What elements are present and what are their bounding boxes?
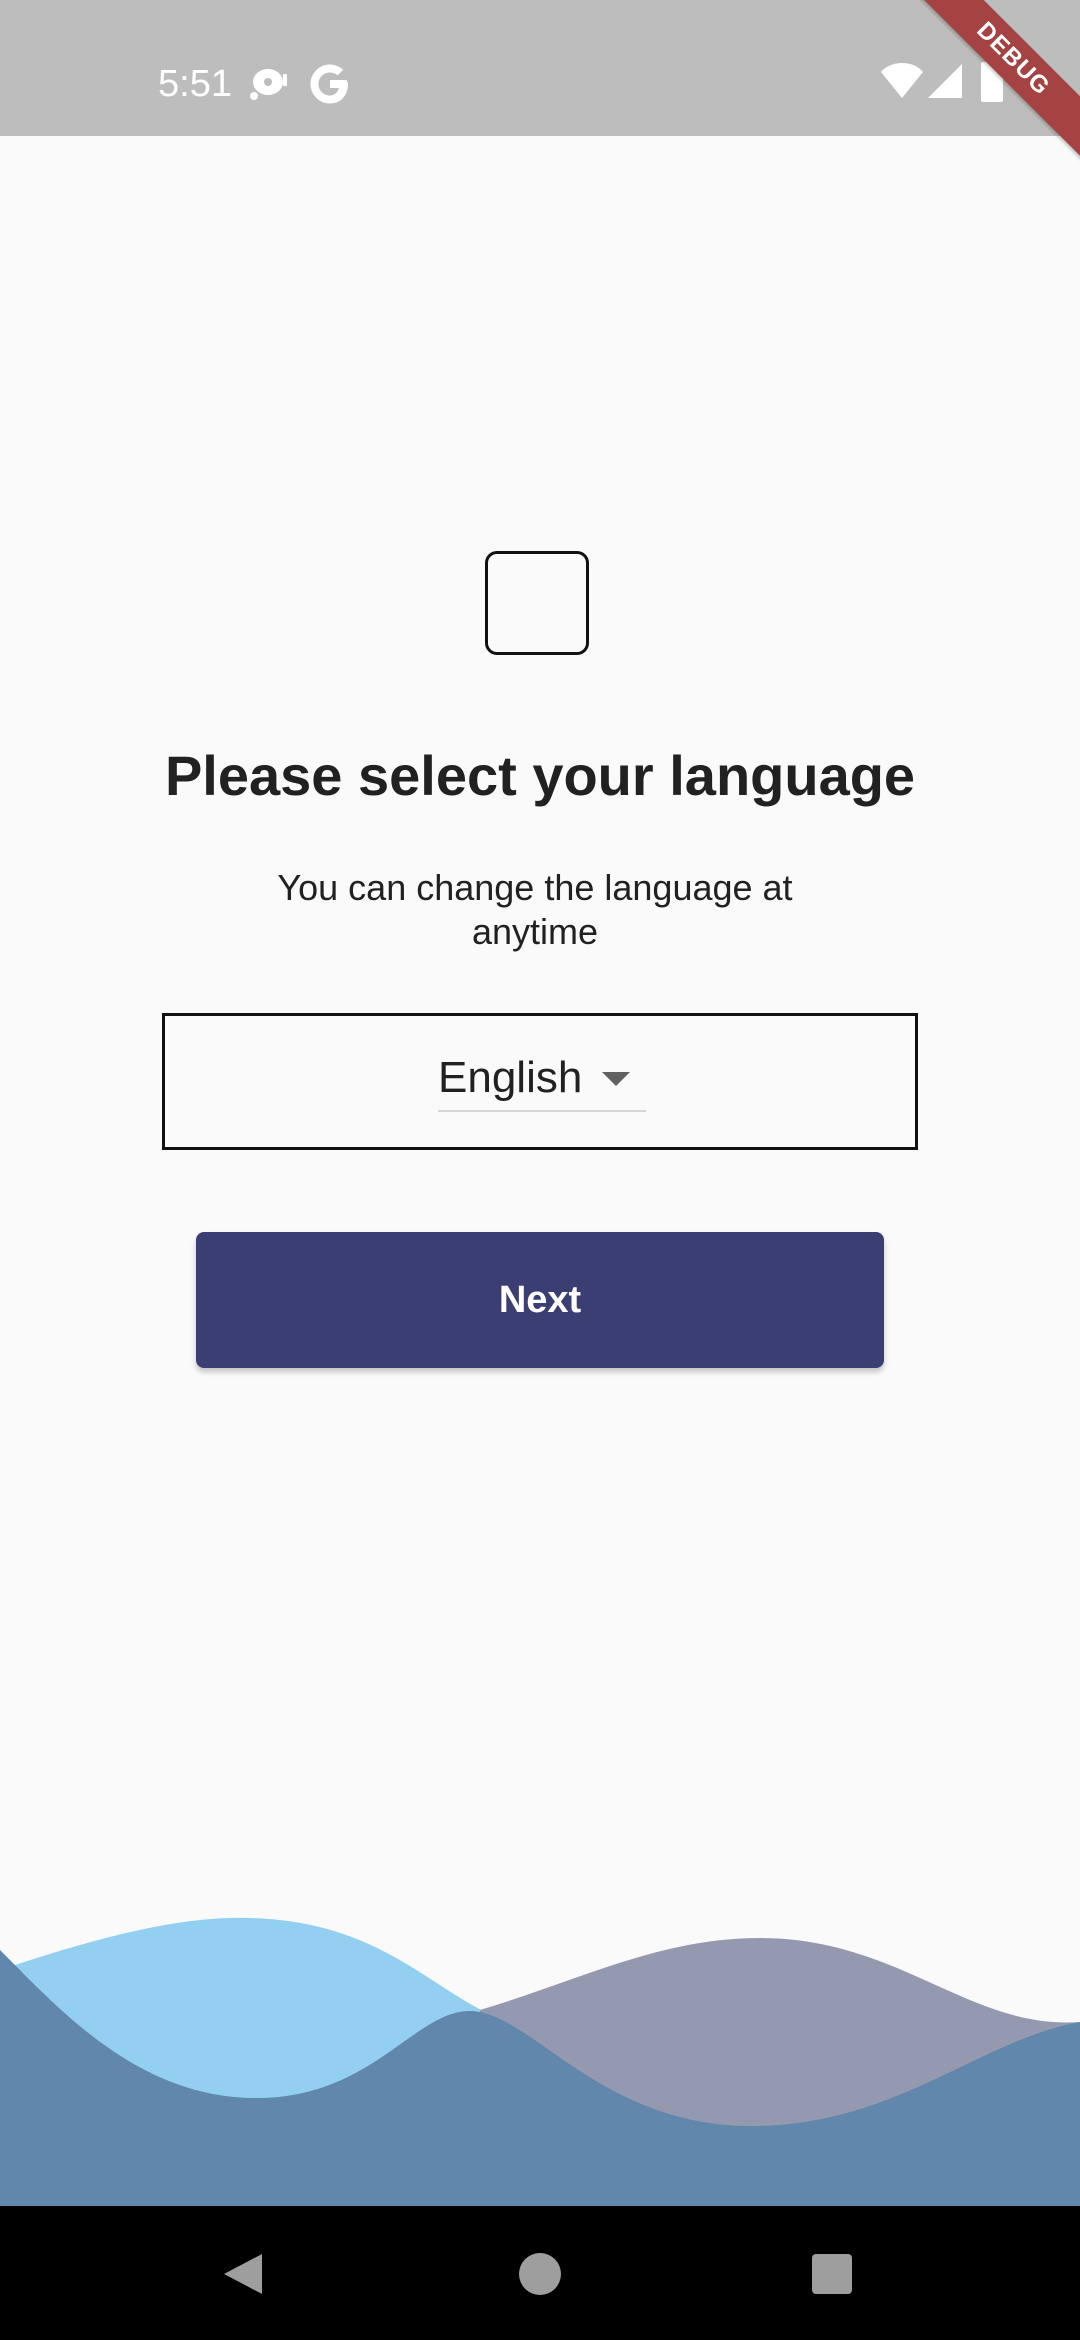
language-dropdown[interactable]: English xyxy=(438,1046,646,1112)
media-icon xyxy=(250,69,287,100)
dropdown-arrow-icon xyxy=(602,1072,630,1086)
cell-signal-icon xyxy=(928,64,962,98)
page-title: Please select your language xyxy=(164,744,916,807)
next-button[interactable]: Next xyxy=(196,1232,884,1368)
status-bar: 5:51 xyxy=(0,0,1080,136)
status-time: 5:51 xyxy=(158,63,232,105)
app-logo-placeholder xyxy=(485,551,589,655)
google-icon xyxy=(310,64,348,104)
recents-icon[interactable] xyxy=(810,2252,854,2296)
language-dropdown-value: English xyxy=(438,1053,583,1102)
back-icon[interactable] xyxy=(220,2252,264,2296)
home-icon[interactable] xyxy=(518,2252,562,2296)
navigation-bar xyxy=(0,2206,1080,2340)
language-selector-container: English xyxy=(162,1013,918,1150)
wifi-icon xyxy=(881,63,923,98)
decorative-waves xyxy=(0,1917,1080,2206)
page-subtitle: You can change the language at anytime xyxy=(277,867,793,952)
